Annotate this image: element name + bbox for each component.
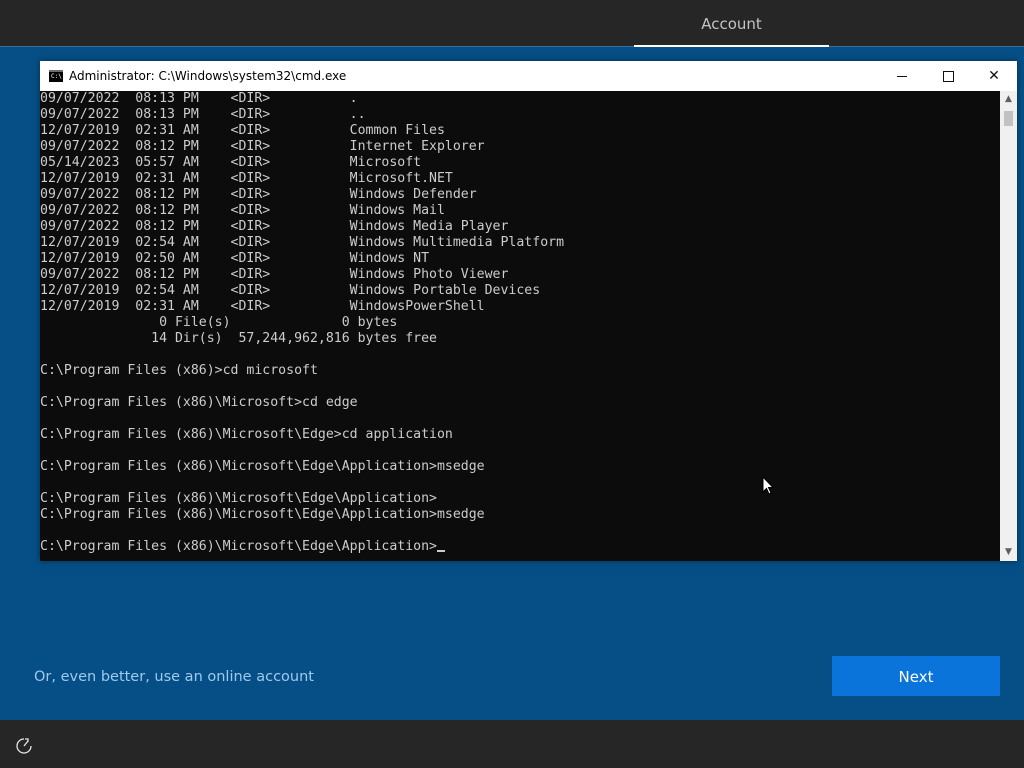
window-title: Administrator: C:\Windows\system32\cmd.e… bbox=[69, 69, 347, 83]
minimize-icon bbox=[897, 75, 907, 77]
maximize-icon bbox=[942, 70, 954, 82]
console-line: 09/07/2022 08:13 PM <DIR> .. bbox=[40, 107, 366, 122]
bottom-bar bbox=[0, 720, 1024, 768]
console-line: 09/07/2022 08:12 PM <DIR> Windows Defend… bbox=[40, 187, 477, 202]
top-bar: Account bbox=[0, 0, 1024, 47]
maximize-button[interactable] bbox=[925, 61, 971, 91]
console-line: 09/07/2022 08:12 PM <DIR> Windows Media … bbox=[40, 219, 509, 234]
text-cursor bbox=[436, 550, 445, 552]
scroll-down-icon[interactable]: ▼ bbox=[1000, 544, 1017, 561]
console-line: 12/07/2019 02:54 AM <DIR> Windows Multim… bbox=[40, 235, 565, 250]
next-button[interactable]: Next bbox=[832, 656, 1000, 696]
console-line: 09/07/2022 08:12 PM <DIR> Internet Explo… bbox=[40, 139, 485, 154]
console-output[interactable]: 09/07/2022 08:13 PM <DIR> . 09/07/2022 08… bbox=[40, 91, 1000, 561]
close-icon: ✕ bbox=[988, 68, 1000, 84]
mouse-pointer-icon bbox=[762, 475, 775, 496]
vertical-scrollbar[interactable]: ▲ ▼ bbox=[1000, 91, 1017, 561]
console-line: C:\Program Files (x86)>cd microsoft bbox=[40, 363, 318, 378]
online-account-link[interactable]: Or, even better, use an online account bbox=[34, 666, 314, 688]
console-line: 09/07/2022 08:12 PM <DIR> Windows Mail bbox=[40, 203, 445, 218]
console-line: C:\Program Files (x86)\Microsoft\Edge\Ap… bbox=[40, 491, 437, 506]
console-line: 09/07/2022 08:13 PM <DIR> . bbox=[40, 91, 358, 106]
close-button[interactable]: ✕ bbox=[971, 61, 1017, 91]
console-line: 0 File(s) 0 bytes bbox=[40, 315, 398, 330]
cmd-title-bar[interactable]: C:\ Administrator: C:\Windows\system32\c… bbox=[40, 61, 1017, 91]
console-line: 12/07/2019 02:54 AM <DIR> Windows Portab… bbox=[40, 283, 541, 298]
console-line: 05/14/2023 05:57 AM <DIR> Microsoft bbox=[40, 155, 422, 170]
minimize-button[interactable] bbox=[879, 61, 925, 91]
cmd-window[interactable]: C:\ Administrator: C:\Windows\system32\c… bbox=[40, 61, 1017, 561]
console-line: C:\Program Files (x86)\Microsoft\Edge>cd… bbox=[40, 427, 453, 442]
console-line: 12/07/2019 02:31 AM <DIR> Common Files bbox=[40, 123, 445, 138]
ease-of-access-icon[interactable] bbox=[15, 737, 33, 755]
console-line: 09/07/2022 08:12 PM <DIR> Windows Photo … bbox=[40, 267, 509, 282]
console-line: C:\Program Files (x86)\Microsoft\Edge\Ap… bbox=[40, 507, 485, 522]
console-line: C:\Program Files (x86)\Microsoft\Edge\Ap… bbox=[40, 459, 485, 474]
console-line: 14 Dir(s) 57,244,962,816 bytes free bbox=[40, 331, 437, 346]
console-prompt: C:\Program Files (x86)\Microsoft\Edge\Ap… bbox=[40, 539, 437, 554]
console-line: 12/07/2019 02:31 AM <DIR> Microsoft.NET bbox=[40, 171, 453, 186]
scroll-thumb[interactable] bbox=[1004, 111, 1013, 126]
console-prompt-line[interactable]: C:\Program Files (x86)\Microsoft\Edge\Ap… bbox=[40, 539, 1000, 555]
tab-account[interactable]: Account bbox=[634, 0, 829, 47]
console-line: 12/07/2019 02:50 AM <DIR> Windows NT bbox=[40, 251, 430, 266]
console-line: C:\Program Files (x86)\Microsoft>cd edge bbox=[40, 395, 358, 410]
console-icon: C:\ bbox=[49, 70, 63, 82]
console-line: 12/07/2019 02:31 AM <DIR> WindowsPowerSh… bbox=[40, 299, 485, 314]
scroll-up-icon[interactable]: ▲ bbox=[1000, 91, 1017, 108]
